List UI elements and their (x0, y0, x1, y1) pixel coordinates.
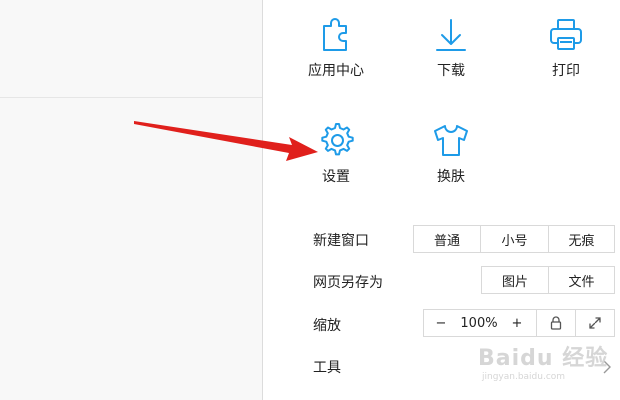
watermark-url: jingyan.baidu.com (482, 372, 566, 382)
watermark-brand: Baidu 经验 (478, 346, 609, 371)
watermark: Baidu 经验 jingyan.baidu.com (478, 340, 609, 382)
arrow-shape (134, 121, 318, 161)
